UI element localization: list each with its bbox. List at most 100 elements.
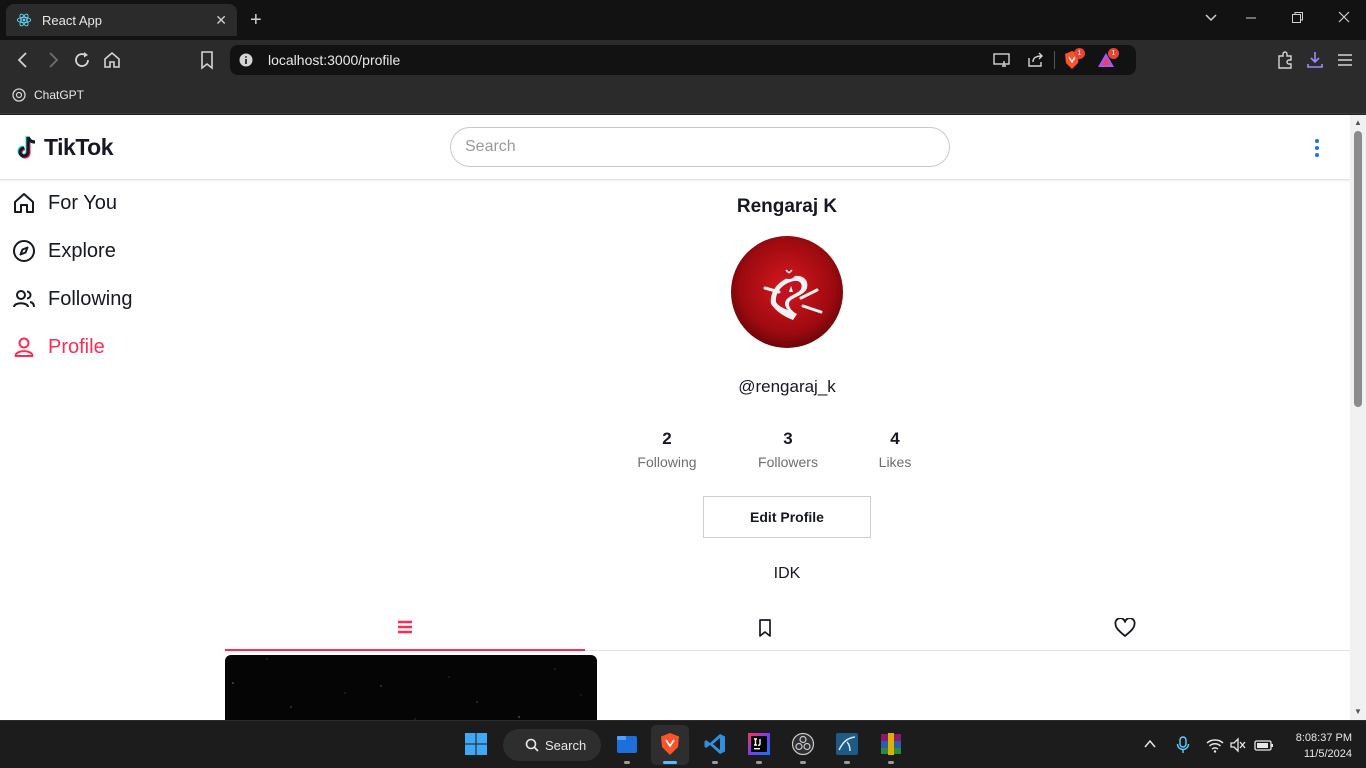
extensions-icon[interactable] [1276,50,1294,70]
address-bar[interactable]: localhost:3000/profile 1 1 [230,45,1136,75]
sidebar-item-label: Following [48,287,133,310]
close-tab-icon[interactable]: ✕ [215,12,227,29]
bookmark-icon [759,619,771,637]
tiktok-note-icon [17,135,36,159]
volume-muted-icon[interactable] [1229,737,1247,753]
file-explorer-icon[interactable] [615,732,639,756]
scroll-up-icon[interactable]: ▲ [1353,118,1363,127]
stat-label: Likes [878,454,912,470]
stat-following[interactable]: 2 Following [607,429,727,470]
video-thumbnail[interactable] [225,655,597,720]
restore-icon[interactable] [1291,10,1303,24]
app-header: TikTok [0,115,1350,180]
sidebar-item-profile[interactable]: Profile [12,335,105,359]
bookmarks-bar: ChatGPT [0,80,1366,114]
spiderman-avatar-image [731,236,843,348]
rewards-badge: 1 [1108,48,1119,59]
taskbar-search-label: Search [545,737,587,753]
shields-badge: 1 [1074,48,1085,59]
site-info-icon[interactable] [239,53,253,67]
taskbar-search[interactable]: Search [503,729,601,761]
bookmark-chatgpt[interactable]: ChatGPT [12,88,84,102]
running-indicator [712,761,718,764]
react-icon [16,13,32,27]
scrollbar-thumb[interactable] [1354,131,1362,407]
bookmark-page-icon[interactable] [199,50,215,70]
chevron-up-icon[interactable] [1143,738,1157,750]
share-icon[interactable] [1027,52,1045,68]
more-options-icon[interactable] [1308,138,1326,158]
username: @rengaraj_k [738,377,836,396]
compass-icon [13,240,35,262]
web-page: TikTok For You Explore Following Profile… [0,115,1350,720]
url-divider [1054,51,1055,69]
starfield-thumbnail-image [232,658,582,720]
profile-tabs [225,605,1350,651]
sidebar-item-label: Profile [48,335,105,358]
stat-label: Followers [758,454,818,470]
obs-studio-icon[interactable] [791,732,815,756]
stat-value: 3 [783,429,793,448]
search-icon [525,738,539,752]
active-indicator [663,761,677,764]
sidebar-item-following[interactable]: Following [12,287,132,311]
running-indicator [756,761,762,764]
download-icon[interactable] [1306,50,1324,70]
close-window-icon[interactable] [1338,10,1350,24]
browser-tab-strip: React App ✕ + [0,0,1366,40]
reload-icon[interactable] [73,50,91,70]
running-indicator [844,761,850,764]
chatgpt-icon [12,88,26,102]
profile-name: Rengaraj K [736,196,838,217]
mysql-workbench-icon[interactable] [835,732,859,756]
minimize-icon[interactable] [1245,10,1257,24]
forward-icon[interactable] [44,50,62,70]
menu-icon[interactable] [1336,50,1354,70]
list-icon [398,620,412,634]
user-icon [14,337,34,357]
tab-saved[interactable] [585,605,945,651]
wifi-icon[interactable] [1206,737,1224,753]
cast-icon[interactable] [993,52,1011,68]
windows-taskbar: Search 8:08:37 PM 11/5/2024 [0,720,1366,768]
tab-title: React App [42,12,102,28]
url-text: localhost:3000/profile [268,52,401,68]
stat-value: 4 [890,429,900,448]
tab-liked[interactable] [945,605,1305,651]
avatar[interactable] [731,236,843,348]
clock-time: 8:08:37 PM [1295,732,1352,744]
sidebar-item-for-you[interactable]: For You [12,191,117,215]
browser-tab[interactable]: React App ✕ [6,4,237,36]
page-scrollbar[interactable]: ▲ ▼ [1350,115,1366,720]
winrar-icon[interactable] [879,732,903,756]
stat-followers[interactable]: 3 Followers [728,429,848,470]
system-clock[interactable]: 8:08:37 PM 11/5/2024 [1282,730,1352,762]
tab-search-chevron-icon[interactable] [1204,10,1218,24]
clock-date: 11/5/2024 [1303,748,1352,760]
sidebar-item-label: For You [48,191,117,214]
back-icon[interactable] [14,50,32,70]
microphone-icon[interactable] [1176,736,1190,754]
scroll-down-icon[interactable]: ▼ [1353,707,1363,716]
sidebar-item-label: Explore [48,239,116,262]
running-indicator [800,761,806,764]
tiktok-logo[interactable]: TikTok [16,134,114,161]
brave-browser-icon[interactable] [659,732,681,756]
sidebar-item-explore[interactable]: Explore [12,239,116,263]
new-tab-icon[interactable]: + [250,9,262,31]
edit-profile-button[interactable]: Edit Profile [703,496,871,538]
profile-bio: IDK [773,565,801,582]
bookmark-label: ChatGPT [34,88,85,102]
home-icon [14,193,34,213]
intellij-icon[interactable] [747,732,771,756]
vscode-icon[interactable] [703,732,727,756]
windows-start-icon[interactable] [464,732,488,756]
stat-likes[interactable]: 4 Likes [835,429,955,470]
users-icon [13,290,35,308]
battery-icon[interactable] [1254,737,1274,753]
home-browser-icon[interactable] [103,50,121,70]
logo-text: TikTok [44,134,114,160]
running-indicator [624,761,630,764]
tab-videos[interactable] [225,605,585,651]
search-input[interactable] [450,127,950,167]
